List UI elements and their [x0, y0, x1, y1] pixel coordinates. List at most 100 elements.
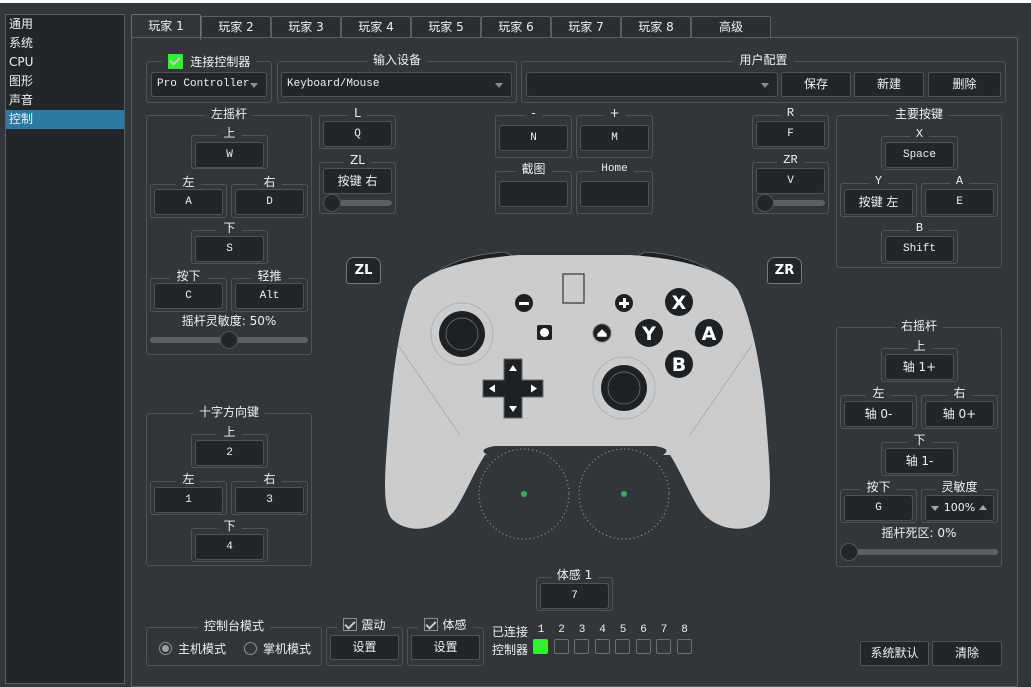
tab-player-5[interactable]: 玩家 5 — [411, 16, 481, 38]
l-button-key[interactable]: Q — [323, 121, 392, 147]
right-stick-up-key[interactable]: 轴 1+ — [885, 354, 954, 380]
sidebar-item-controls[interactable]: 控制 — [6, 110, 124, 129]
zl-tag-icon: ZL — [346, 257, 381, 284]
left-stick-modifier-key[interactable]: Alt — [235, 283, 304, 309]
slider-handle[interactable] — [756, 194, 774, 212]
left-stick-up-key[interactable]: W — [195, 142, 264, 168]
slider-handle[interactable] — [840, 543, 858, 561]
tab-player-8[interactable]: 玩家 8 — [621, 16, 691, 38]
input-device-title: 输入设备 — [366, 53, 427, 67]
controller-led-2 — [553, 639, 569, 654]
docked-mode-radio[interactable]: 主机模式 — [159, 640, 226, 657]
chevron-down-icon — [250, 83, 258, 88]
chevron-down-icon — [495, 83, 503, 88]
sidebar-item-cpu[interactable]: CPU — [6, 53, 124, 72]
right-stick-right-key[interactable]: 轴 0+ — [925, 401, 994, 427]
dpad-up-label: 上 — [217, 425, 242, 439]
dpad-right-key[interactable]: 3 — [235, 487, 304, 513]
left-stick-right-label: 右 — [257, 175, 282, 189]
profile-save-button[interactable]: 保存 — [781, 72, 851, 97]
sidebar-item-general[interactable]: 通用 — [6, 15, 124, 34]
dpad-down-key[interactable]: 4 — [195, 534, 264, 560]
slider-handle[interactable] — [220, 331, 238, 349]
window-top-strip — [0, 0, 1031, 3]
controller-type-select[interactable]: Pro Controller — [151, 72, 267, 97]
left-stick-up-label: 上 — [217, 126, 242, 140]
system-defaults-button[interactable]: 系统默认 — [860, 641, 929, 666]
tab-player-2[interactable]: 玩家 2 — [201, 16, 271, 38]
right-stick-right-label: 右 — [947, 386, 972, 400]
home-button-key[interactable] — [580, 181, 649, 207]
vibration-checkbox[interactable] — [343, 618, 358, 631]
dpad-up-key[interactable]: 2 — [195, 440, 264, 466]
left-stick-right-key[interactable]: D — [235, 189, 304, 215]
vibration-settings-button[interactable]: 设置 — [330, 635, 399, 660]
radio-icon — [244, 642, 257, 655]
tab-player-6[interactable]: 玩家 6 — [481, 16, 551, 38]
spin-up-icon[interactable] — [979, 505, 987, 510]
right-stick-press-key[interactable]: G — [844, 495, 913, 521]
controller-number-3: 3 — [578, 624, 586, 636]
input-device-select[interactable]: Keyboard/Mouse — [281, 72, 512, 97]
controller-led-8 — [676, 639, 692, 654]
tab-player-4[interactable]: 玩家 4 — [341, 16, 411, 38]
tab-advanced[interactable]: 高级 — [691, 16, 771, 38]
profile-new-button[interactable]: 新建 — [854, 72, 924, 97]
sidebar-item-graphics[interactable]: 图形 — [6, 72, 124, 91]
zr-button-key[interactable]: V — [756, 168, 825, 194]
profile-delete-button[interactable]: 删除 — [928, 72, 1001, 97]
right-stick-deadzone-slider[interactable] — [840, 543, 998, 561]
handheld-mode-radio[interactable]: 掌机模式 — [244, 640, 311, 657]
sidebar-item-audio[interactable]: 声音 — [6, 91, 124, 110]
right-stick-down-key[interactable]: 轴 1- — [885, 448, 954, 474]
controller-type-value: Pro Controller — [157, 78, 250, 90]
zr-analog-slider[interactable] — [756, 194, 825, 212]
minus-button-key[interactable]: N — [499, 125, 568, 151]
controller-led-6 — [635, 639, 651, 654]
capture-button-label: 截图 — [515, 162, 552, 176]
motion-settings-button[interactable]: 设置 — [411, 635, 480, 660]
x-button-key[interactable]: Space — [885, 142, 954, 168]
dpad-down-label: 下 — [217, 519, 242, 533]
right-stick-left-label: 左 — [866, 386, 891, 400]
clear-button[interactable]: 清除 — [932, 641, 1002, 666]
minus-button-label: - — [525, 106, 542, 120]
slider-handle[interactable] — [323, 194, 341, 212]
r-button-key[interactable]: F — [756, 121, 825, 147]
a-button-key[interactable]: E — [925, 189, 994, 215]
dpad-right-label: 右 — [257, 472, 282, 486]
right-stick-sensitivity-spinbox[interactable]: 100% — [925, 495, 994, 521]
zl-button-label: ZL — [344, 153, 371, 167]
right-stick-left-key[interactable]: 轴 0- — [844, 401, 913, 427]
tab-player-7[interactable]: 玩家 7 — [551, 16, 621, 38]
chevron-down-icon — [761, 83, 769, 88]
zl-button-key[interactable]: 按键 右 — [323, 168, 392, 194]
y-button-key[interactable]: 按键 左 — [844, 189, 913, 215]
zl-analog-slider[interactable] — [323, 194, 392, 212]
left-stick-press-key[interactable]: C — [154, 283, 223, 309]
motion-key[interactable]: 7 — [540, 583, 609, 609]
l-button-label: L — [348, 106, 367, 120]
player-tabs: 玩家 1 玩家 2 玩家 3 玩家 4 玩家 5 玩家 6 玩家 7 玩家 8 … — [131, 14, 771, 40]
dpad-left-key[interactable]: 1 — [154, 487, 223, 513]
left-stick-sensitivity-slider[interactable] — [150, 331, 308, 349]
controller-number-1: 1 — [537, 624, 545, 636]
tab-player-3[interactable]: 玩家 3 — [271, 16, 341, 38]
capture-button-key[interactable] — [499, 181, 568, 207]
profile-select[interactable] — [526, 72, 778, 97]
b-button-key[interactable]: Shift — [885, 236, 954, 262]
connect-controller-label: 连接控制器 — [190, 55, 251, 69]
controller-led-3 — [574, 639, 589, 654]
left-stick-down-key[interactable]: S — [195, 236, 264, 262]
dpad-left-label: 左 — [176, 472, 201, 486]
connect-controller-led[interactable] — [167, 54, 183, 69]
motion-checkbox[interactable] — [424, 618, 439, 631]
controller-number-6: 6 — [640, 624, 647, 636]
sidebar-item-system[interactable]: 系统 — [6, 34, 124, 53]
left-stick-title: 左摇杆 — [204, 107, 253, 121]
plus-button-key[interactable]: M — [580, 125, 649, 151]
spin-down-icon[interactable] — [931, 506, 939, 511]
left-stick-left-key[interactable]: A — [154, 189, 223, 215]
dpad-title: 十字方向键 — [192, 405, 265, 419]
face-buttons-title: 主要按键 — [888, 107, 949, 121]
